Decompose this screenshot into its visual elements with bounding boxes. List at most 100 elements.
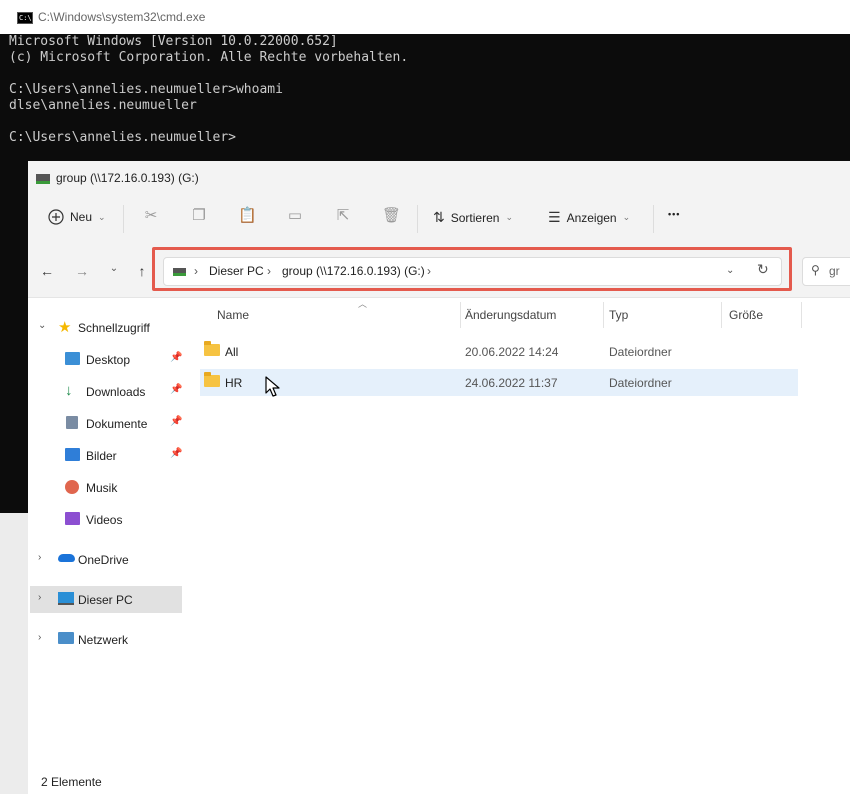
- sort-button[interactable]: ⇅ Sortieren ⌄: [433, 209, 513, 226]
- file-date: 20.06.2022 14:24: [465, 345, 559, 359]
- sidebar-item-network[interactable]: › Netzwerk: [30, 626, 182, 653]
- search-placeholder: gr: [829, 264, 840, 278]
- file-name: HR: [225, 376, 243, 390]
- share-icon[interactable]: ⇱: [334, 207, 352, 225]
- chevron-down-icon: ⌄: [98, 211, 106, 222]
- file-date: 24.06.2022 11:37: [465, 376, 558, 390]
- videos-icon: [65, 512, 80, 525]
- more-icon: •••: [668, 209, 681, 219]
- file-row[interactable]: All 20.06.2022 14:24 Dateiordner: [200, 338, 798, 365]
- sidebar-item-label: Desktop: [86, 353, 131, 367]
- view-list-icon: ☰: [548, 209, 561, 225]
- expand-chevron-icon[interactable]: ›: [38, 552, 41, 563]
- column-divider[interactable]: [801, 302, 802, 328]
- cmd-line: Microsoft Windows [Version 10.0.22000.65…: [9, 34, 338, 49]
- sidebar-item-label: Schnellzugriff: [78, 321, 150, 335]
- pin-icon: 📌: [170, 384, 183, 395]
- address-bar-highlight-annotation: [152, 247, 792, 291]
- explorer-titlebar[interactable]: group (\\172.16.0.193) (G:): [28, 161, 850, 195]
- expand-chevron-icon[interactable]: ⌄: [38, 320, 46, 331]
- pin-icon: 📌: [170, 448, 183, 459]
- up-arrow-icon[interactable]: ↑: [134, 263, 150, 279]
- network-icon: [58, 632, 74, 644]
- shared-folder-icon: [204, 372, 220, 387]
- sidebar-item-onedrive[interactable]: › OneDrive: [30, 546, 182, 573]
- sidebar-item-label: Videos: [86, 513, 123, 527]
- cmd-line: C:\Users\annelies.neumueller>whoami: [9, 82, 283, 97]
- navigation-pane: ⌄ ★ Schnellzugriff Desktop 📌 ↓ Downloads…: [28, 298, 188, 768]
- forward-arrow-icon[interactable]: →: [74, 263, 90, 279]
- column-header-type[interactable]: Typ: [609, 308, 628, 322]
- view-button[interactable]: ☰ Anzeigen ⌄: [548, 209, 630, 226]
- sidebar-item-label: Musik: [86, 481, 118, 495]
- status-bar-item-count: 2 Elemente: [41, 775, 102, 789]
- sidebar-item-this-pc[interactable]: › Dieser PC: [30, 586, 182, 613]
- expand-chevron-icon[interactable]: ›: [38, 632, 41, 643]
- expand-chevron-icon[interactable]: ›: [38, 592, 41, 603]
- chevron-down-icon: ⌄: [622, 212, 631, 222]
- column-header-date[interactable]: Änderungsdatum: [465, 308, 556, 322]
- column-header-name[interactable]: Name: [217, 308, 249, 322]
- sidebar-item-label: Dieser PC: [78, 593, 133, 607]
- cmd-line: C:\Users\annelies.neumueller>: [9, 130, 236, 145]
- cmd-app-icon-label: C:\: [19, 14, 32, 22]
- new-button-label: Neu: [70, 210, 93, 224]
- file-type: Dateiordner: [609, 345, 672, 359]
- column-divider[interactable]: [721, 302, 722, 328]
- view-button-label: Anzeigen: [566, 210, 617, 225]
- sidebar-item-pictures[interactable]: Bilder 📌: [30, 442, 182, 469]
- file-explorer-window[interactable]: group (\\172.16.0.193) (G:) Neu ⌄ ✂ ❐ 📋 …: [28, 161, 850, 794]
- sidebar-item-label: Bilder: [86, 449, 117, 463]
- chevron-down-icon: ⌄: [505, 212, 513, 222]
- column-header-size[interactable]: Größe: [729, 308, 763, 322]
- navigation-bar: ← → ⌄ ↑ › Dieser PC › group (\\172.16.0.…: [28, 245, 850, 298]
- sidebar-item-label: Dokumente: [86, 417, 148, 431]
- downloads-icon: ↓: [65, 382, 73, 399]
- documents-icon: [66, 416, 78, 429]
- file-list[interactable]: ︿ Name Änderungsdatum Typ Größe All 20.0…: [200, 298, 850, 768]
- column-divider[interactable]: [603, 302, 604, 328]
- file-name: All: [225, 345, 239, 359]
- file-row[interactable]: HR 24.06.2022 11:37 Dateiordner: [200, 369, 798, 396]
- cmd-app-icon: C:\: [17, 12, 33, 24]
- sidebar-item-downloads[interactable]: ↓ Downloads 📌: [30, 378, 182, 405]
- plus-circle-icon: [48, 209, 64, 225]
- explorer-window-title: group (\\172.16.0.193) (G:): [56, 171, 199, 185]
- sidebar-item-label: OneDrive: [78, 553, 129, 567]
- sidebar-item-desktop[interactable]: Desktop 📌: [30, 346, 182, 373]
- sidebar-item-videos[interactable]: Videos: [30, 506, 182, 533]
- sort-button-label: Sortieren: [450, 210, 500, 225]
- search-input[interactable]: ⚲ gr: [802, 257, 850, 286]
- search-icon: ⚲: [811, 263, 820, 277]
- back-arrow-icon[interactable]: ←: [39, 263, 55, 279]
- music-icon: [65, 480, 79, 494]
- new-button[interactable]: Neu ⌄: [48, 209, 106, 225]
- pin-icon: 📌: [170, 352, 183, 363]
- sidebar-item-label: Downloads: [86, 385, 146, 399]
- sort-ascending-icon: ︿: [358, 299, 368, 309]
- copy-icon[interactable]: ❐: [190, 207, 208, 225]
- cloud-icon: [58, 554, 75, 562]
- sort-icon: ⇅: [433, 209, 445, 225]
- toolbar-divider: [417, 205, 418, 233]
- sidebar-item-quick-access[interactable]: ⌄ ★ Schnellzugriff: [30, 314, 182, 341]
- more-options-button[interactable]: •••: [668, 209, 680, 219]
- paste-icon[interactable]: 📋: [238, 207, 257, 225]
- toolbar-divider: [653, 205, 654, 233]
- sidebar-item-documents[interactable]: Dokumente 📌: [30, 410, 182, 437]
- folder-icon: [204, 341, 220, 356]
- delete-icon[interactable]: 🗑: [382, 207, 401, 225]
- cmd-titlebar[interactable]: C:\ C:\Windows\system32\cmd.exe: [0, 0, 850, 34]
- recent-locations-chevron-icon[interactable]: ⌄: [106, 263, 122, 274]
- network-drive-icon: [36, 174, 50, 184]
- cmd-console-output[interactable]: Microsoft Windows [Version 10.0.22000.65…: [9, 34, 408, 146]
- column-divider[interactable]: [460, 302, 461, 328]
- sidebar-item-music[interactable]: Musik: [30, 474, 182, 501]
- file-type: Dateiordner: [609, 376, 672, 390]
- computer-icon: [58, 592, 74, 605]
- cut-icon[interactable]: ✂: [142, 207, 160, 225]
- rename-icon[interactable]: ▭: [286, 207, 304, 225]
- mouse-cursor-icon: [265, 376, 280, 397]
- toolbar-divider: [123, 205, 124, 233]
- command-bar: Neu ⌄ ✂ ❐ 📋 ▭ ⇱ 🗑 ⇅ Sortieren ⌄ ☰ Anzeig…: [28, 195, 850, 245]
